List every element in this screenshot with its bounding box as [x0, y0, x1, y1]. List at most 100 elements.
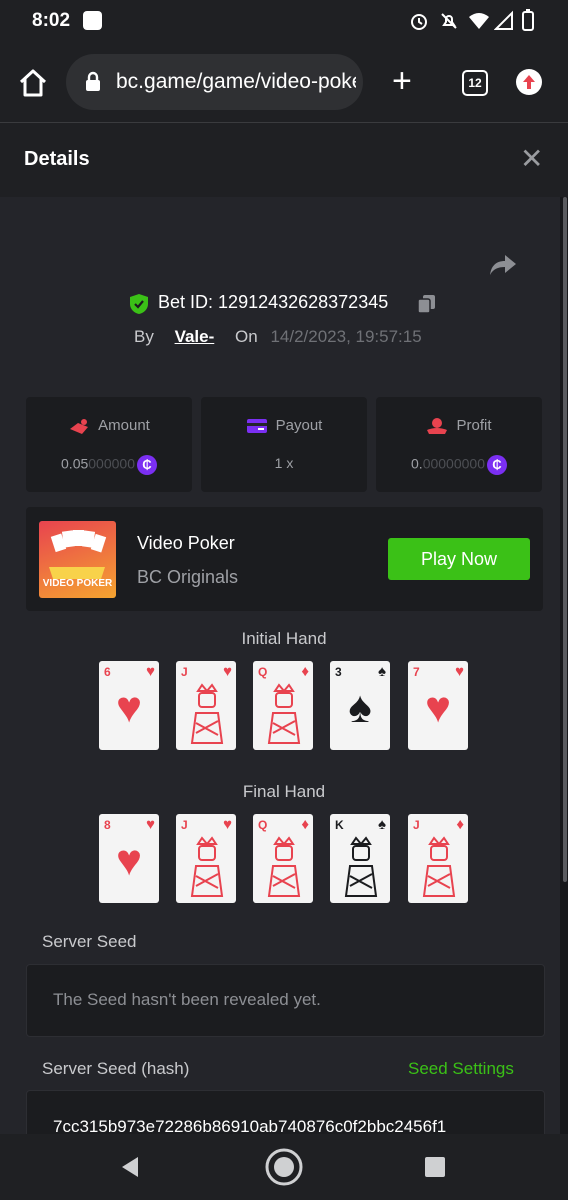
- playing-card: 7 ♥ ♥: [408, 661, 468, 750]
- card-center-suit-icon: ♥: [115, 836, 143, 885]
- card-suit-icon: ♥: [146, 816, 155, 833]
- card-rank: 3: [335, 665, 342, 679]
- on-label: On: [235, 327, 258, 346]
- card-rank: J: [181, 818, 188, 832]
- face-card-figure-icon: [267, 836, 301, 897]
- face-card-figure-icon: [190, 836, 224, 897]
- recents-icon[interactable]: [424, 1156, 446, 1178]
- wifi-icon: [469, 13, 489, 29]
- clock: 8:02: [32, 10, 71, 31]
- face-card-figure-icon: [267, 683, 301, 744]
- face-card-figure-icon: [190, 683, 224, 744]
- game-provider: BC Originals: [137, 567, 239, 587]
- game-card: VIDEO POKER Video Poker BC Originals Pla…: [26, 507, 543, 611]
- home-icon[interactable]: [16, 66, 50, 100]
- card-rank: Q: [258, 818, 268, 832]
- server-seed-message: The Seed hasn't been revealed yet.: [53, 990, 321, 1009]
- address-bar[interactable]: bc.game/game/video-poker: [66, 54, 363, 110]
- notification-icon: [83, 11, 102, 30]
- game-thumbnail[interactable]: VIDEO POKER: [39, 521, 116, 598]
- profit-label: Profit: [456, 417, 492, 434]
- card-suit-icon: ♥: [146, 663, 155, 680]
- profit-icon: [427, 418, 448, 435]
- profit-stat: Profit 0.00000000 ₵: [376, 397, 542, 492]
- card-suit-icon: ♦: [301, 663, 309, 680]
- status-bar: 8:02: [0, 0, 568, 42]
- details-title: Details: [24, 148, 90, 170]
- card-rank: J: [413, 818, 420, 832]
- payout-value: 1 x: [274, 455, 294, 471]
- home-nav-icon[interactable]: [264, 1147, 304, 1187]
- card-rank: J: [181, 665, 188, 679]
- amount-icon: [70, 419, 89, 435]
- face-card-figure-icon: [422, 836, 456, 897]
- card-rank: 8: [104, 818, 111, 832]
- seed-settings-link[interactable]: Seed Settings: [408, 1059, 514, 1079]
- close-icon[interactable]: ✕: [520, 145, 543, 173]
- amount-stat: Amount 0.05000000 ₵: [26, 397, 192, 492]
- server-seed-label: Server Seed: [42, 932, 137, 951]
- card-rank: 6: [104, 665, 111, 679]
- card-suit-icon: ♥: [223, 663, 232, 680]
- coin-icon: ₵: [486, 455, 507, 475]
- card-suit-icon: ♦: [456, 816, 464, 833]
- bet-id-row: Bet ID: 12912432628372345: [128, 292, 448, 316]
- share-icon[interactable]: [488, 252, 518, 278]
- card-suit-icon: ♥: [455, 663, 464, 680]
- card-rank: Q: [258, 665, 268, 679]
- coin-icon: ₵: [136, 455, 157, 475]
- user-link[interactable]: Vale-: [175, 327, 215, 346]
- payout-label: Payout: [275, 417, 323, 434]
- card-center-suit-icon: ♥: [424, 683, 452, 732]
- card-center-suit-icon: ♠: [348, 683, 372, 732]
- final-hand-label: Final Hand: [242, 782, 326, 801]
- android-nav-bar: [0, 1134, 568, 1200]
- playing-card: 6 ♥ ♥: [99, 661, 159, 750]
- verified-shield-icon: [130, 294, 148, 314]
- bet-id-value: 12912432628372345: [218, 292, 389, 312]
- by-label: By: [134, 327, 154, 346]
- bet-id-label: Bet ID:: [158, 292, 214, 312]
- game-thumb-label: VIDEO POKER: [42, 578, 113, 589]
- playing-card: 3 ♠ ♠: [330, 661, 390, 750]
- profit-value: 0.00000000 ₵: [376, 455, 542, 475]
- copy-icon[interactable]: [416, 293, 438, 315]
- alarm-icon: [411, 14, 427, 30]
- playing-card: Q ♦: [253, 814, 313, 903]
- initial-hand-label: Initial Hand: [241, 629, 327, 648]
- browser-toolbar: bc.game/game/video-poker + 12: [0, 42, 568, 123]
- card-rank: K: [335, 818, 344, 832]
- playing-card: J ♦: [408, 814, 468, 903]
- amount-label: Amount: [98, 417, 150, 434]
- server-seed-box: The Seed hasn't been revealed yet.: [26, 964, 545, 1037]
- lock-icon: [86, 71, 100, 91]
- playing-card: J ♥: [176, 814, 236, 903]
- card-suit-icon: ♠: [378, 816, 386, 833]
- new-tab-icon[interactable]: +: [392, 64, 412, 98]
- face-card-figure-icon: [344, 836, 378, 897]
- playing-card: K ♠: [330, 814, 390, 903]
- card-suit-icon: ♠: [378, 663, 386, 680]
- url-text: bc.game/game/video-poker: [116, 70, 356, 93]
- battery-icon: [522, 9, 534, 31]
- play-now-button[interactable]: Play Now: [388, 538, 530, 580]
- scrollbar[interactable]: [563, 197, 567, 882]
- mute-icon: [441, 13, 457, 29]
- game-name: Video Poker: [137, 533, 235, 553]
- payout-icon: [246, 419, 267, 434]
- server-seed-hash-label: Server Seed (hash): [42, 1059, 190, 1078]
- card-center-suit-icon: ♥: [115, 683, 143, 732]
- update-icon[interactable]: [516, 69, 542, 95]
- signal-icon: [494, 10, 513, 30]
- card-suit-icon: ♥: [223, 816, 232, 833]
- playing-card: Q ♦: [253, 661, 313, 750]
- tab-switcher-button[interactable]: 12: [462, 70, 488, 96]
- amount-value: 0.05000000 ₵: [26, 455, 192, 475]
- payout-stat: Payout 1 x: [201, 397, 367, 492]
- playing-card: 8 ♥ ♥: [99, 814, 159, 903]
- card-rank: 7: [413, 665, 420, 679]
- bet-date: 14/2/2023, 19:57:15: [270, 327, 422, 346]
- playing-card: J ♥: [176, 661, 236, 750]
- back-icon[interactable]: [118, 1155, 142, 1179]
- bet-meta-row: By Vale- On 14/2/2023, 19:57:15: [134, 327, 422, 347]
